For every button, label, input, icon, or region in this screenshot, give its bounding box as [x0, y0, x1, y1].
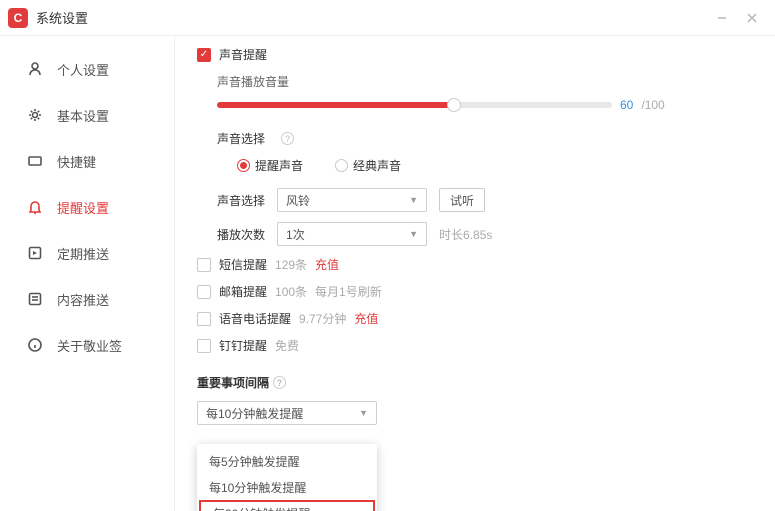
volume-slider[interactable] [217, 102, 612, 108]
chevron-down-icon: ▼ [359, 408, 368, 418]
sidebar-item-hotkey[interactable]: 快捷键 [0, 138, 174, 184]
sidebar-item-basic[interactable]: 基本设置 [0, 92, 174, 138]
sidebar-label: 基本设置 [57, 106, 109, 125]
mail-checkbox[interactable] [197, 285, 211, 299]
try-button[interactable]: 试听 [439, 188, 485, 212]
app-logo: C [8, 8, 28, 28]
radio-alert-label: 提醒声音 [255, 157, 303, 174]
sound-select-value: 风铃 [286, 192, 310, 209]
slider-thumb[interactable] [447, 98, 461, 112]
radio-alert-sound[interactable] [237, 159, 250, 172]
person-icon [26, 61, 43, 78]
minimize-button[interactable] [707, 3, 737, 33]
close-button[interactable] [737, 3, 767, 33]
sidebar-item-personal[interactable]: 个人设置 [0, 46, 174, 92]
sidebar-item-reminder[interactable]: 提醒设置 [0, 184, 174, 230]
info-icon [26, 337, 43, 354]
count-select-value: 1次 [286, 226, 305, 243]
sms-recharge-link[interactable]: 充值 [315, 256, 339, 273]
interval-dropdown: 每5分钟触发提醒 每10分钟触发提醒 每30分钟触发提醒 [197, 444, 377, 511]
content-icon [26, 291, 43, 308]
count-label: 播放次数 [217, 226, 265, 243]
ding-label: 钉钉提醒 [219, 337, 267, 354]
sms-label: 短信提醒 [219, 256, 267, 273]
volume-value: 60 [620, 98, 633, 112]
chevron-down-icon: ▼ [409, 195, 418, 205]
chevron-down-icon: ▼ [409, 229, 418, 239]
radio-classic-label: 经典声音 [353, 157, 401, 174]
interval-option-5min[interactable]: 每5分钟触发提醒 [197, 448, 377, 474]
volume-label: 声音播放音量 [217, 73, 755, 90]
voice-label: 语音电话提醒 [219, 310, 291, 327]
sound-enable-label: 声音提醒 [219, 46, 267, 63]
duration-label: 时长6.85s [439, 226, 492, 243]
interval-option-10min[interactable]: 每10分钟触发提醒 [197, 474, 377, 500]
sound-enable-checkbox[interactable] [197, 48, 211, 62]
sidebar-item-content[interactable]: 内容推送 [0, 276, 174, 322]
sound-select[interactable]: 风铃 ▼ [277, 188, 427, 212]
slider-fill [217, 102, 454, 108]
sms-quota: 129条 [275, 256, 307, 273]
gear-icon [26, 107, 43, 124]
keyboard-icon [26, 153, 43, 170]
volume-max: /100 [641, 98, 664, 112]
bell-icon [26, 199, 43, 216]
mail-quota: 100条 [275, 283, 307, 300]
interval-select-value: 每10分钟触发提醒 [206, 405, 303, 422]
voice-recharge-link[interactable]: 充值 [354, 310, 378, 327]
count-select[interactable]: 1次 ▼ [277, 222, 427, 246]
sidebar-label: 内容推送 [57, 290, 109, 309]
window-title: 系统设置 [36, 8, 707, 27]
ding-note: 免费 [275, 337, 299, 354]
sidebar-label: 定期推送 [57, 244, 109, 263]
sound-select-label: 声音选择 [217, 192, 265, 209]
sound-choice-label: 声音选择 [217, 130, 265, 147]
ding-checkbox[interactable] [197, 339, 211, 353]
sidebar-label: 个人设置 [57, 60, 109, 79]
voice-checkbox[interactable] [197, 312, 211, 326]
sidebar-label: 关于敬业签 [57, 336, 122, 355]
sidebar-label: 提醒设置 [57, 198, 109, 217]
sidebar-item-schedule[interactable]: 定期推送 [0, 230, 174, 276]
mail-label: 邮箱提醒 [219, 283, 267, 300]
interval-select[interactable]: 每10分钟触发提醒 ▼ [197, 401, 377, 425]
radio-classic-sound[interactable] [335, 159, 348, 172]
sidebar-label: 快捷键 [57, 152, 96, 171]
help-icon[interactable]: ? [273, 376, 286, 389]
schedule-icon [26, 245, 43, 262]
sms-checkbox[interactable] [197, 258, 211, 272]
help-icon[interactable]: ? [281, 132, 294, 145]
voice-quota: 9.77分钟 [299, 310, 346, 327]
interval-option-30min[interactable]: 每30分钟触发提醒 [199, 500, 375, 511]
interval-title: 重要事项间隔 [197, 374, 269, 391]
mail-note: 每月1号刷新 [315, 283, 382, 300]
sidebar-item-about[interactable]: 关于敬业签 [0, 322, 174, 368]
